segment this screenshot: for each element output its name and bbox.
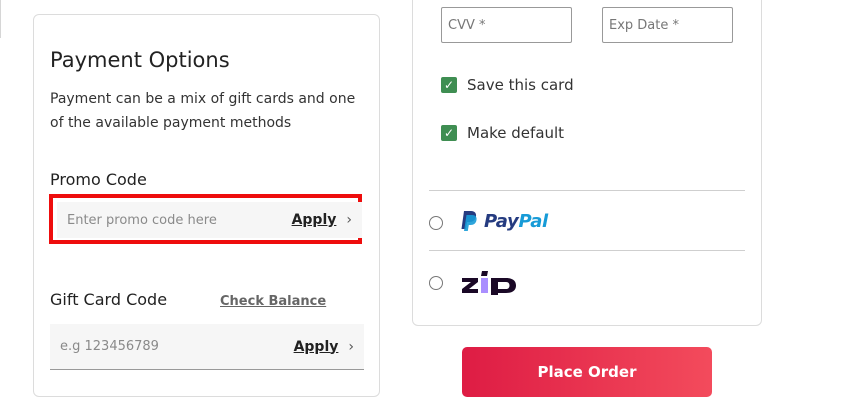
promo-code-label: Promo Code [50,170,147,189]
place-order-button[interactable]: Place Order [462,347,712,397]
paypal-logo-icon [461,211,477,231]
payment-options-card: Payment Options Payment can be a mix of … [33,14,380,397]
gift-card-chevron-right-icon[interactable]: › [348,339,354,355]
make-default-label: Make default [467,124,565,142]
zip-option[interactable] [461,271,523,299]
cvv-placeholder[interactable]: CVV * [448,18,486,33]
cvv-input[interactable]: CVV * [441,7,572,43]
divider [429,190,745,191]
payment-options-title: Payment Options [50,48,230,72]
gift-card-placeholder[interactable]: e.g 123456789 [50,339,294,354]
make-default-checkbox-row[interactable]: ✓ Make default [441,124,564,142]
promo-chevron-right-icon[interactable]: › [346,212,352,228]
gift-card-code-input[interactable]: e.g 123456789 Apply › [50,324,364,370]
zip-logo-icon [462,271,516,295]
promo-code-placeholder[interactable]: Enter promo code here [57,213,292,228]
exp-date-placeholder[interactable]: Exp Date * [609,18,679,33]
gift-card-apply-button[interactable]: Apply [294,339,339,355]
exp-date-input[interactable]: Exp Date * [602,7,733,43]
divider [429,250,745,251]
promo-code-input[interactable]: Enter promo code here Apply › [57,202,362,238]
zip-radio[interactable] [429,276,443,290]
paypal-option[interactable]: PayPal [460,210,548,232]
save-card-checkbox[interactable]: ✓ [441,77,457,93]
gift-card-code-label: Gift Card Code [50,290,168,309]
promo-apply-button[interactable]: Apply [292,212,337,228]
paypal-radio[interactable] [429,216,443,230]
make-default-checkbox[interactable]: ✓ [441,125,457,141]
save-card-label: Save this card [467,76,574,94]
check-balance-link[interactable]: Check Balance [220,294,326,309]
payment-options-description: Payment can be a mix of gift cards and o… [50,91,356,131]
left-edge-divider [0,0,1,38]
paypal-wordmark: PayPal [484,210,548,232]
save-card-checkbox-row[interactable]: ✓ Save this card [441,76,574,94]
